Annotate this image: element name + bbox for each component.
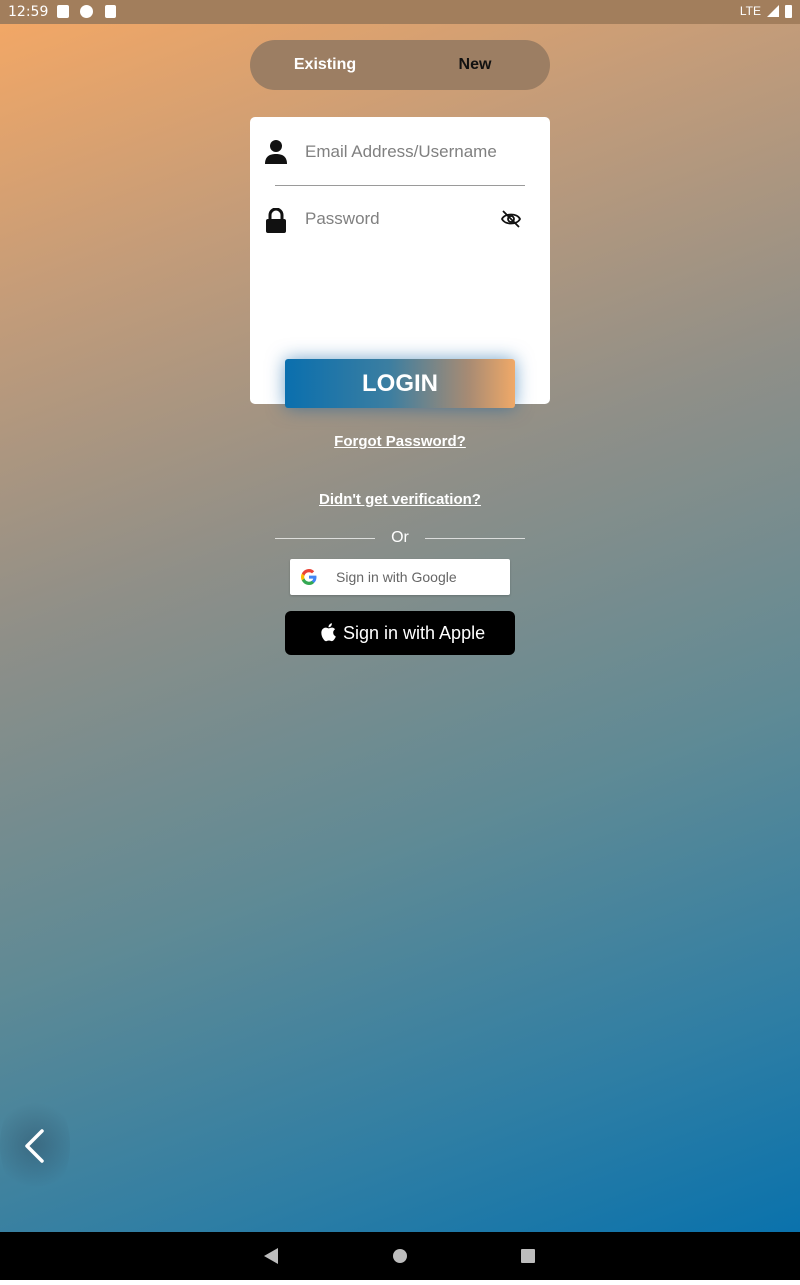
username-input[interactable] xyxy=(303,135,507,169)
person-icon xyxy=(265,140,287,164)
nav-back-button[interactable] xyxy=(241,1232,301,1280)
forgot-password-row: Forgot Password? xyxy=(0,433,800,450)
chevron-left-icon xyxy=(25,1129,44,1163)
status-bar: 12:59 LTE xyxy=(0,0,800,24)
account-type-toggle: Existing New xyxy=(250,40,550,90)
username-field xyxy=(250,131,550,171)
status-time: 12:59 xyxy=(8,4,49,20)
or-line-right xyxy=(425,538,525,539)
lock-icon xyxy=(266,208,286,233)
nav-recents-button[interactable] xyxy=(498,1232,558,1280)
signal-icon xyxy=(767,5,779,17)
apple-signin-button[interactable]: Sign in with Apple xyxy=(285,611,515,655)
apple-signin-label: Sign in with Apple xyxy=(343,623,486,643)
verification-row: Didn't get verification? xyxy=(0,491,800,508)
apple-logo-icon xyxy=(321,623,336,642)
google-signin-label: Sign in with Google xyxy=(336,569,457,585)
forgot-password-link[interactable]: Forgot Password? xyxy=(334,433,466,450)
nav-home-icon xyxy=(393,1249,407,1263)
battery-icon xyxy=(785,4,792,18)
password-input[interactable] xyxy=(303,202,507,236)
notification-a-icon xyxy=(57,5,69,18)
nav-back-icon xyxy=(264,1248,278,1264)
network-type: LTE xyxy=(739,4,761,18)
verification-link[interactable]: Didn't get verification? xyxy=(319,491,481,508)
login-button[interactable]: LOGIN xyxy=(285,359,515,408)
field-divider xyxy=(275,185,525,186)
notification-circle-icon xyxy=(80,5,93,18)
nav-home-button[interactable] xyxy=(370,1232,430,1280)
tab-new[interactable]: New xyxy=(400,40,550,90)
google-signin-button[interactable]: Sign in with Google xyxy=(290,559,510,595)
tab-existing[interactable]: Existing xyxy=(250,40,400,90)
google-logo-icon xyxy=(301,569,317,585)
or-divider: Or xyxy=(275,528,525,548)
back-button[interactable] xyxy=(0,1090,70,1200)
system-nav-bar xyxy=(0,1232,800,1280)
status-right: LTE xyxy=(740,4,792,18)
eye-off-icon[interactable] xyxy=(500,208,522,230)
password-field xyxy=(250,198,550,238)
sd-card-icon xyxy=(105,5,116,18)
nav-recents-icon xyxy=(521,1249,535,1263)
